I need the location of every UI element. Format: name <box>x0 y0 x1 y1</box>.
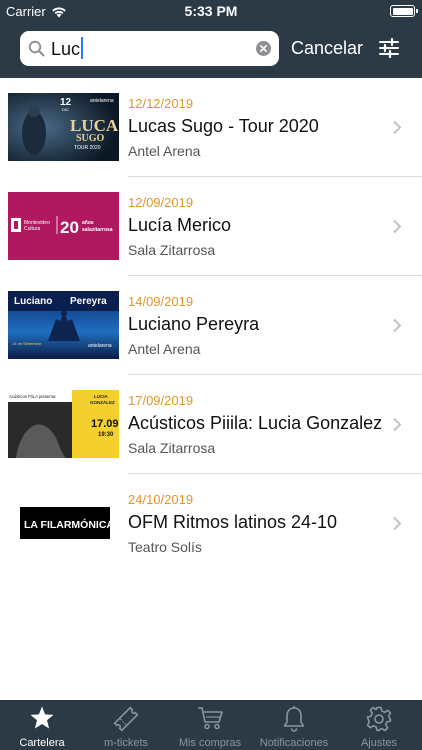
event-date: 12/09/2019 <box>128 195 194 210</box>
tab-notificaciones[interactable]: Notificaciones <box>252 700 336 750</box>
list-item[interactable]: Luciano Pereyra 14 de Setiembre antelare… <box>0 276 422 375</box>
poster-text: GONZÁLEZ <box>90 399 115 405</box>
event-title: OFM Ritmos latinos 24-10 <box>128 512 338 532</box>
search-field[interactable]: Luc <box>20 31 279 66</box>
clear-search-icon[interactable] <box>256 41 271 56</box>
tab-bar: Cartelera m-tickets Mis compras Notifica… <box>0 700 422 750</box>
tab-cartelera[interactable]: Cartelera <box>0 700 84 750</box>
tab-label: Notificaciones <box>259 737 329 749</box>
chevron-right-icon <box>393 417 402 432</box>
event-poster: Montevideo Cultura 20 años salazitarrosa <box>8 192 119 260</box>
event-title: Acústicos Piiila: Lucia Gonzalez <box>128 413 383 433</box>
list-item[interactable]: Acústicos PiiLA presenta: LUCIA GONZÁLEZ… <box>0 375 422 474</box>
event-poster: Acústicos PiiLA presenta: LUCIA GONZÁLEZ… <box>8 390 119 458</box>
gear-icon <box>366 706 392 732</box>
tab-m-tickets[interactable]: m-tickets <box>84 700 168 750</box>
star-icon <box>30 706 54 729</box>
tab-label: Mis compras <box>178 737 242 749</box>
poster-text: salazitarrosa <box>82 227 113 233</box>
status-bar: Carrier 5:33 PM <box>0 0 422 22</box>
event-venue: Sala Zitarrosa <box>128 440 216 456</box>
poster-text: antelarena <box>88 343 112 349</box>
tab-ajustes[interactable]: Ajustes <box>336 700 422 750</box>
chevron-right-icon <box>393 318 402 333</box>
event-venue: Sala Zitarrosa <box>128 242 216 258</box>
event-venue: Antel Arena <box>128 143 201 159</box>
event-date: 14/09/2019 <box>128 294 194 309</box>
poster-text: 20 <box>60 218 79 237</box>
battery-icon <box>390 5 418 17</box>
poster-text: 19:30 <box>98 432 114 438</box>
poster-text: SUGO <box>76 133 105 144</box>
tab-label: m-tickets <box>104 737 148 749</box>
poster-text: antelarena <box>90 98 114 104</box>
poster-text: DIC <box>62 107 69 112</box>
search-input-text: Luc <box>51 39 81 59</box>
poster-text: Luciano <box>14 296 52 307</box>
event-title: Lucía Merico <box>128 215 232 235</box>
chevron-right-icon <box>393 120 402 135</box>
event-title: Lucas Sugo - Tour 2020 <box>128 116 319 136</box>
search-icon <box>28 40 45 57</box>
tab-label: Cartelera <box>19 737 65 749</box>
top-bar: Carrier 5:33 PM Luc Cancelar <box>0 0 422 78</box>
list-item[interactable]: Montevideo Cultura 20 años salazitarrosa… <box>0 177 422 276</box>
event-venue: Antel Arena <box>128 341 201 357</box>
event-poster: Luciano Pereyra 14 de Setiembre antelare… <box>8 291 119 359</box>
poster-text: Pereyra <box>70 296 107 307</box>
text-caret <box>81 37 84 59</box>
results-list: 12 DIC antelarena LUCAS SUGO TOUR 2020 1… <box>0 78 422 573</box>
poster-text: 17.09 <box>91 418 119 430</box>
list-item[interactable]: LA FILARMÓNICA 24/10/2019 OFM Ritmos lat… <box>0 474 422 573</box>
cancel-button[interactable]: Cancelar <box>291 38 363 59</box>
search-input[interactable]: Luc <box>51 37 84 60</box>
chevron-right-icon <box>393 516 402 531</box>
bell-icon <box>283 706 305 732</box>
list-item[interactable]: 12 DIC antelarena LUCAS SUGO TOUR 2020 1… <box>0 78 422 177</box>
filters-icon[interactable] <box>378 38 400 58</box>
event-poster: 12 DIC antelarena LUCAS SUGO TOUR 2020 <box>8 93 119 161</box>
ticket-icon <box>113 706 139 732</box>
poster-text: Acústicos PiiLA presenta: <box>9 394 56 399</box>
event-date: 17/09/2019 <box>128 393 194 408</box>
status-time: 5:33 PM <box>184 3 238 19</box>
event-poster: LA FILARMÓNICA <box>8 489 119 557</box>
event-venue: Teatro Solís <box>128 539 202 555</box>
cart-icon <box>198 707 223 730</box>
chevron-right-icon <box>393 219 402 234</box>
tab-mis-compras[interactable]: Mis compras <box>168 700 252 750</box>
poster-text: LA FILARMÓNICA <box>24 518 114 531</box>
event-date: 12/12/2019 <box>128 96 194 111</box>
tab-label: Ajustes <box>360 737 398 749</box>
poster-text: LUCIA <box>94 394 108 399</box>
poster-text: TOUR 2020 <box>74 145 101 151</box>
event-title: Luciano Pereyra <box>128 314 260 334</box>
poster-text: Cultura <box>24 226 40 232</box>
event-date: 24/10/2019 <box>128 492 194 507</box>
poster-text: 14 de Setiembre <box>12 341 42 346</box>
poster-text: años <box>82 220 94 226</box>
